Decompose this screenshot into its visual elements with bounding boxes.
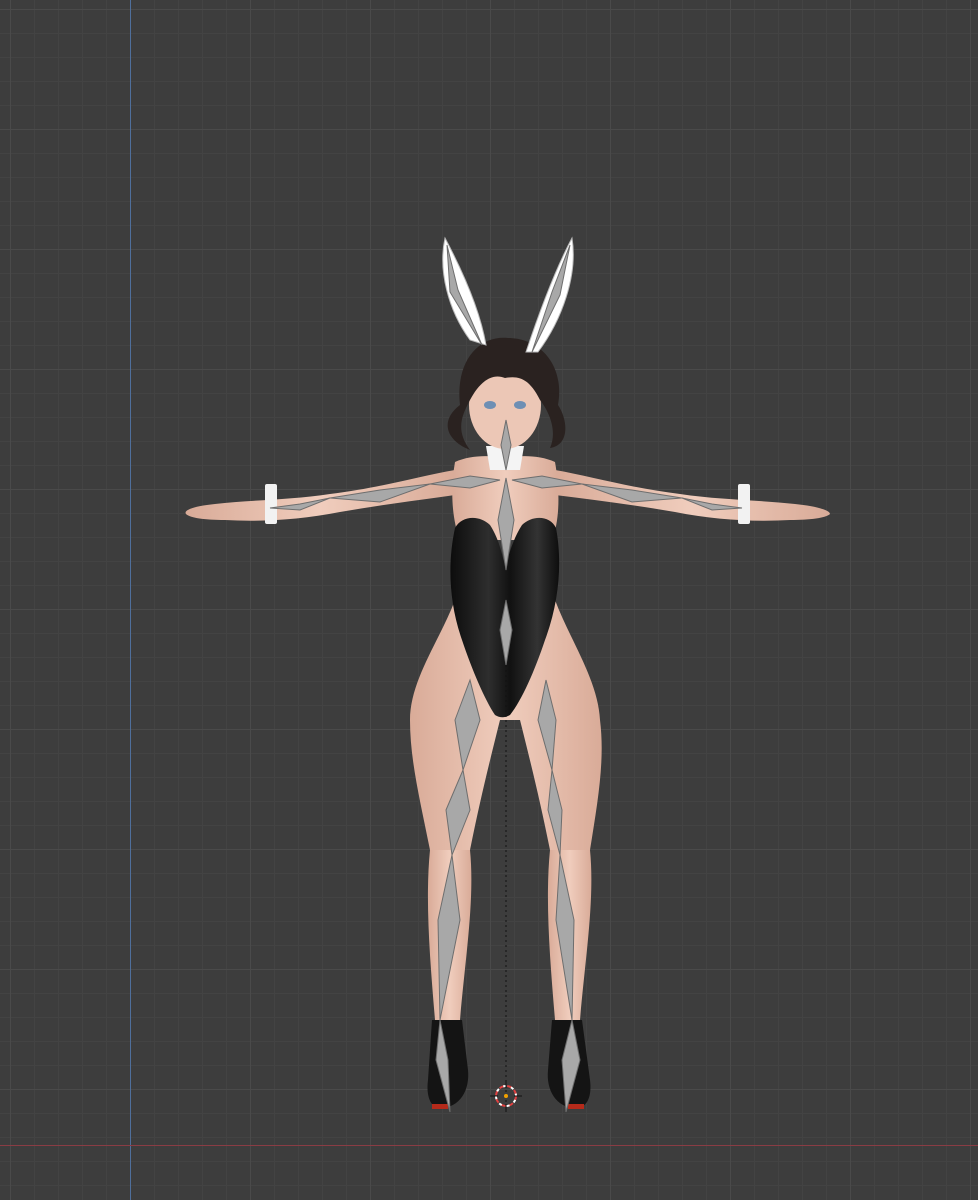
scene-canvas[interactable] [0, 0, 978, 1200]
character-model[interactable] [185, 236, 830, 1109]
3d-viewport[interactable] [0, 0, 978, 1200]
right-wrist-cuff [738, 484, 750, 524]
right-arm [555, 470, 830, 521]
left-wrist-cuff [265, 484, 277, 524]
right-eye [514, 401, 526, 409]
right-heel-sole [568, 1104, 584, 1109]
3d-cursor-icon[interactable] [490, 1080, 522, 1112]
left-heel-sole [432, 1104, 448, 1109]
left-eye [484, 401, 496, 409]
left-arm [185, 470, 456, 521]
